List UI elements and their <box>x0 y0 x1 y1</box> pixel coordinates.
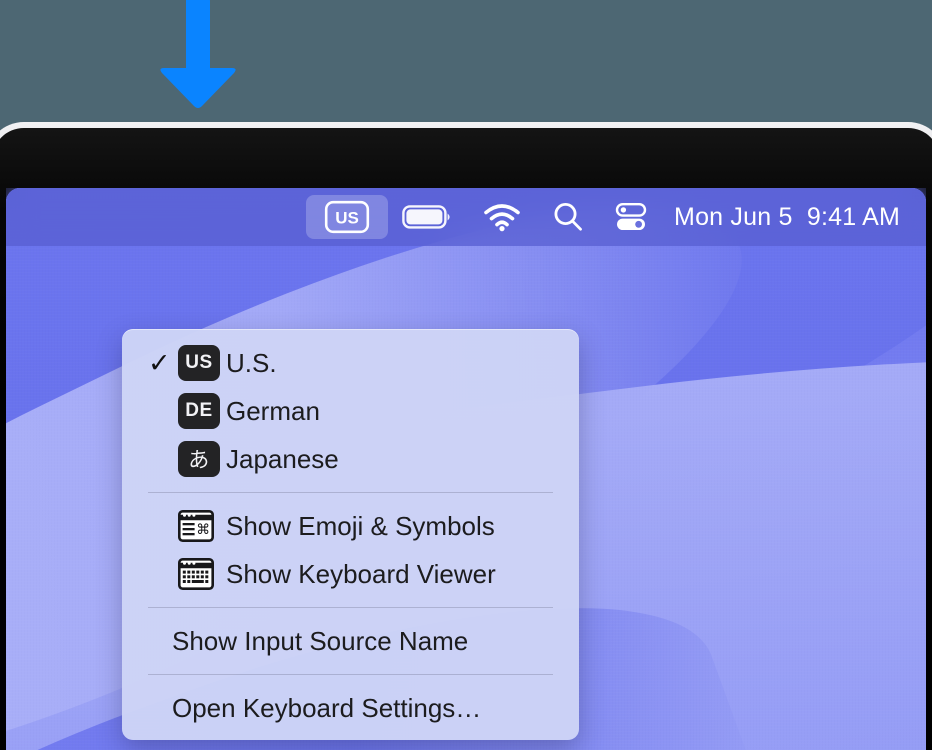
menubar-wifi-button[interactable] <box>468 195 536 239</box>
blue-down-arrow <box>150 0 246 112</box>
menu-item-japanese[interactable]: あ Japanese <box>122 435 579 483</box>
menubar-control-center-button[interactable] <box>600 195 662 239</box>
jp-badge-icon: あ <box>178 441 224 477</box>
menu-item-label: Open Keyboard Settings… <box>170 693 481 724</box>
checkmark-icon: ✓ <box>148 350 178 377</box>
menubar-battery-button[interactable] <box>388 195 468 239</box>
menu-item-label: Show Emoji & Symbols <box>224 511 495 542</box>
menu-item-label: Show Keyboard Viewer <box>224 559 496 590</box>
laptop-display-body: US <box>0 122 932 750</box>
screen: US <box>6 188 926 750</box>
menu-item-german[interactable]: DE German <box>122 387 579 435</box>
svg-text:US: US <box>335 208 359 227</box>
us-keyboard-icon: US <box>324 200 370 234</box>
battery-icon <box>402 203 454 231</box>
menu-bar: US <box>6 188 926 246</box>
menubar-clock[interactable]: Mon Jun 5 9:41 AM <box>662 203 904 232</box>
control-center-icon <box>614 200 648 234</box>
menubar-input-source-button[interactable]: US <box>306 195 388 239</box>
input-source-dropdown-menu: ✓ US U.S. DE German <box>122 329 579 740</box>
svg-text:⌘: ⌘ <box>196 522 210 538</box>
menu-item-label: German <box>224 396 320 427</box>
menu-item-open-keyboard-settings[interactable]: Open Keyboard Settings… <box>122 684 579 732</box>
display-bezel: US <box>0 128 932 750</box>
menu-item-us[interactable]: ✓ US U.S. <box>122 339 579 387</box>
menubar-spotlight-search-button[interactable] <box>536 195 600 239</box>
keyboard-viewer-window-icon <box>178 558 224 590</box>
menu-item-label: Japanese <box>224 444 339 475</box>
menu-item-show-input-source-name[interactable]: Show Input Source Name <box>122 617 579 665</box>
menu-separator <box>148 492 553 493</box>
screenshot-root: US <box>0 0 932 750</box>
menu-item-label: Show Input Source Name <box>170 626 468 657</box>
menu-item-label: U.S. <box>224 348 277 379</box>
emoji-symbols-window-icon: ⌘ <box>178 510 224 542</box>
menu-separator <box>148 607 553 608</box>
us-badge-icon: US <box>178 345 224 381</box>
blue-down-arrow-icon <box>150 0 246 112</box>
menu-item-show-emoji-symbols[interactable]: ⌘ Show Emoji & Symbols <box>122 502 579 550</box>
wifi-icon <box>482 201 522 233</box>
de-badge-icon: DE <box>178 393 224 429</box>
menu-separator <box>148 674 553 675</box>
search-icon <box>550 199 586 235</box>
menu-item-show-keyboard-viewer[interactable]: Show Keyboard Viewer <box>122 550 579 598</box>
